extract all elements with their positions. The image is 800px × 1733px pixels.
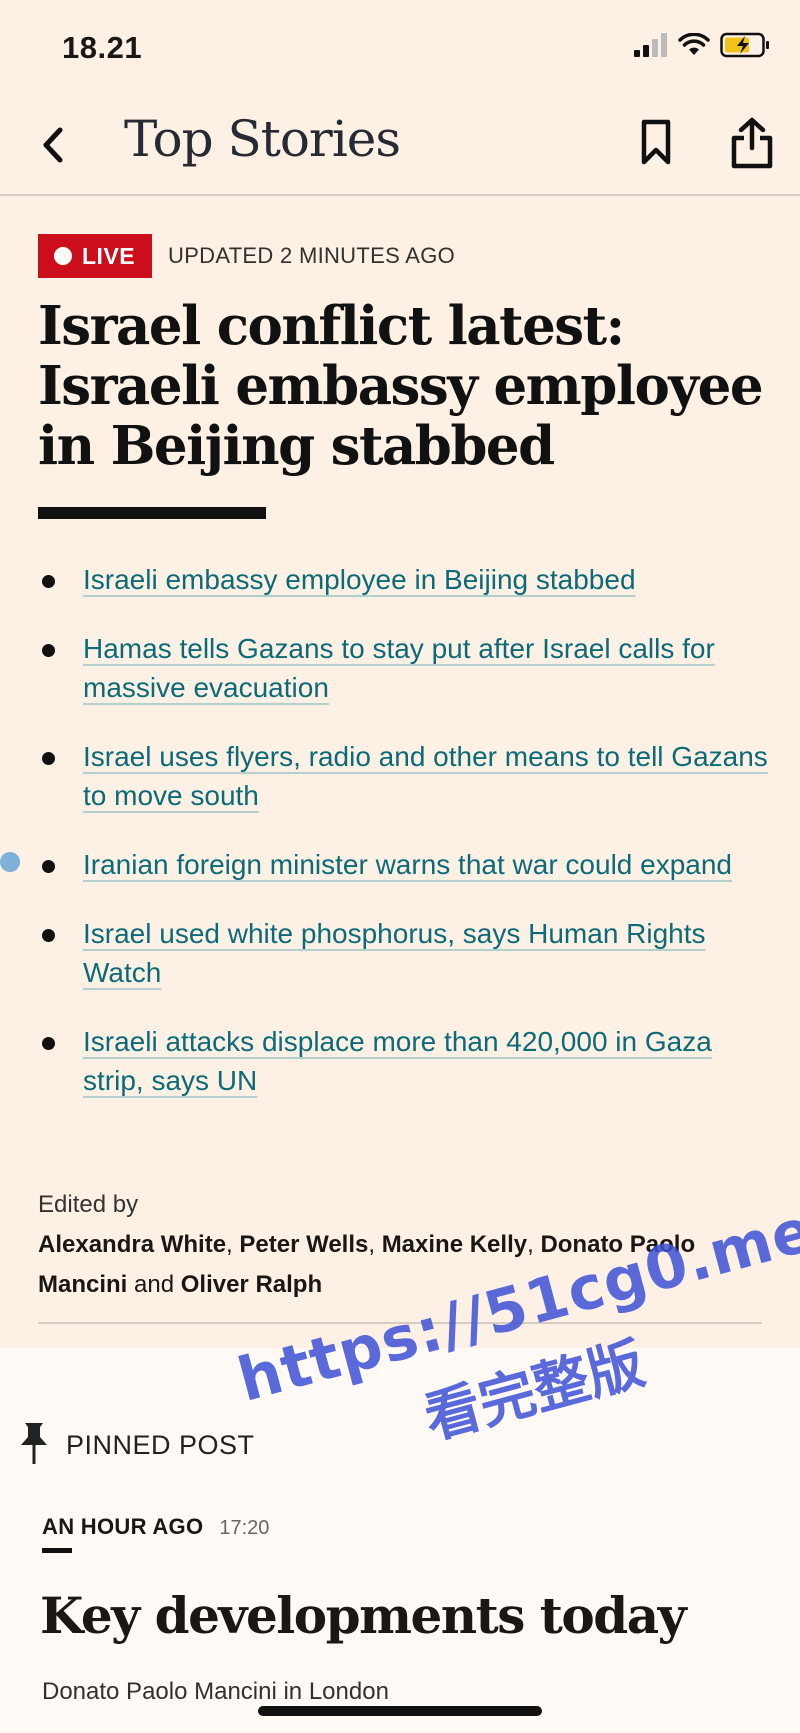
key-points-list: Israeli embassy employee in Beijing stab… — [38, 560, 778, 1130]
nav-bar: Top Stories — [0, 96, 800, 196]
back-chevron-icon[interactable] — [30, 120, 80, 170]
signal-icon — [634, 33, 667, 57]
editor-name: Alexandra White — [38, 1231, 227, 1258]
section-divider — [38, 1322, 762, 1324]
key-point-item: Iranian foreign minister warns that war … — [38, 845, 778, 884]
key-point-link[interactable]: Israeli embassy employee in Beijing stab… — [83, 564, 636, 595]
post-byline: Donato Paolo Mancini in London — [42, 1678, 389, 1705]
status-bar: 18.21 — [0, 0, 800, 96]
live-badge: LIVE — [38, 234, 152, 278]
live-label: LIVE — [82, 242, 136, 269]
post-time-ago: AN HOUR AGO — [42, 1514, 204, 1539]
post-time-row: AN HOUR AGO 17:20 — [42, 1514, 269, 1540]
key-point-item: Israeli attacks displace more than 420,0… — [38, 1022, 778, 1100]
pin-icon — [21, 1423, 47, 1464]
editor-name: Oliver Ralph — [180, 1271, 323, 1298]
wifi-icon — [678, 33, 710, 55]
post-time-divider — [42, 1548, 72, 1553]
key-point-item: Israel uses flyers, radio and other mean… — [38, 737, 778, 815]
pinned-post-label: PINNED POST — [66, 1430, 255, 1460]
live-status-row: LIVE UPDATED 2 MINUTES AGO — [38, 234, 455, 278]
floating-dot-icon — [0, 852, 20, 872]
battery-icon — [720, 32, 769, 58]
editors-list: Alexandra White, Peter Wells, Maxine Kel… — [38, 1231, 696, 1298]
editor-name: Peter Wells — [239, 1231, 369, 1258]
pinned-post: PINNED POST AN HOUR AGO 17:20 Key develo… — [0, 1348, 800, 1733]
headline-divider — [38, 507, 266, 519]
bookmark-icon[interactable] — [636, 118, 676, 168]
key-point-item: Israel used white phosphorus, says Human… — [38, 914, 778, 992]
key-point-item: Hamas tells Gazans to stay put after Isr… — [38, 629, 778, 707]
page-title: Top Stories — [124, 110, 401, 168]
live-dot-icon — [54, 247, 72, 265]
key-point-link[interactable]: Israel used white phosphorus, says Human… — [83, 918, 706, 988]
editor-name: Maxine Kelly — [381, 1231, 528, 1258]
key-point-link[interactable]: Israeli attacks displace more than 420,0… — [83, 1026, 712, 1096]
key-point-item: Israeli embassy employee in Beijing stab… — [38, 560, 778, 599]
editors-conjunction: and — [134, 1271, 175, 1298]
editors-block: Edited by Alexandra White, Peter Wells, … — [38, 1185, 758, 1305]
key-point-link[interactable]: Israel uses flyers, radio and other mean… — [83, 741, 768, 811]
post-time: 17:20 — [219, 1517, 270, 1539]
updated-timestamp: UPDATED 2 MINUTES AGO — [168, 243, 456, 268]
status-icons — [634, 32, 770, 58]
post-title: Key developments today — [40, 1586, 687, 1645]
share-icon[interactable] — [728, 116, 776, 170]
status-time: 18.21 — [62, 30, 143, 65]
key-point-link[interactable]: Hamas tells Gazans to stay put after Isr… — [83, 633, 715, 703]
article-headline: Israel conflict latest: Israeli embassy … — [38, 295, 764, 477]
edited-by-label: Edited by — [38, 1191, 139, 1218]
home-indicator[interactable] — [258, 1706, 542, 1716]
key-point-link[interactable]: Iranian foreign minister warns that war … — [83, 849, 732, 880]
